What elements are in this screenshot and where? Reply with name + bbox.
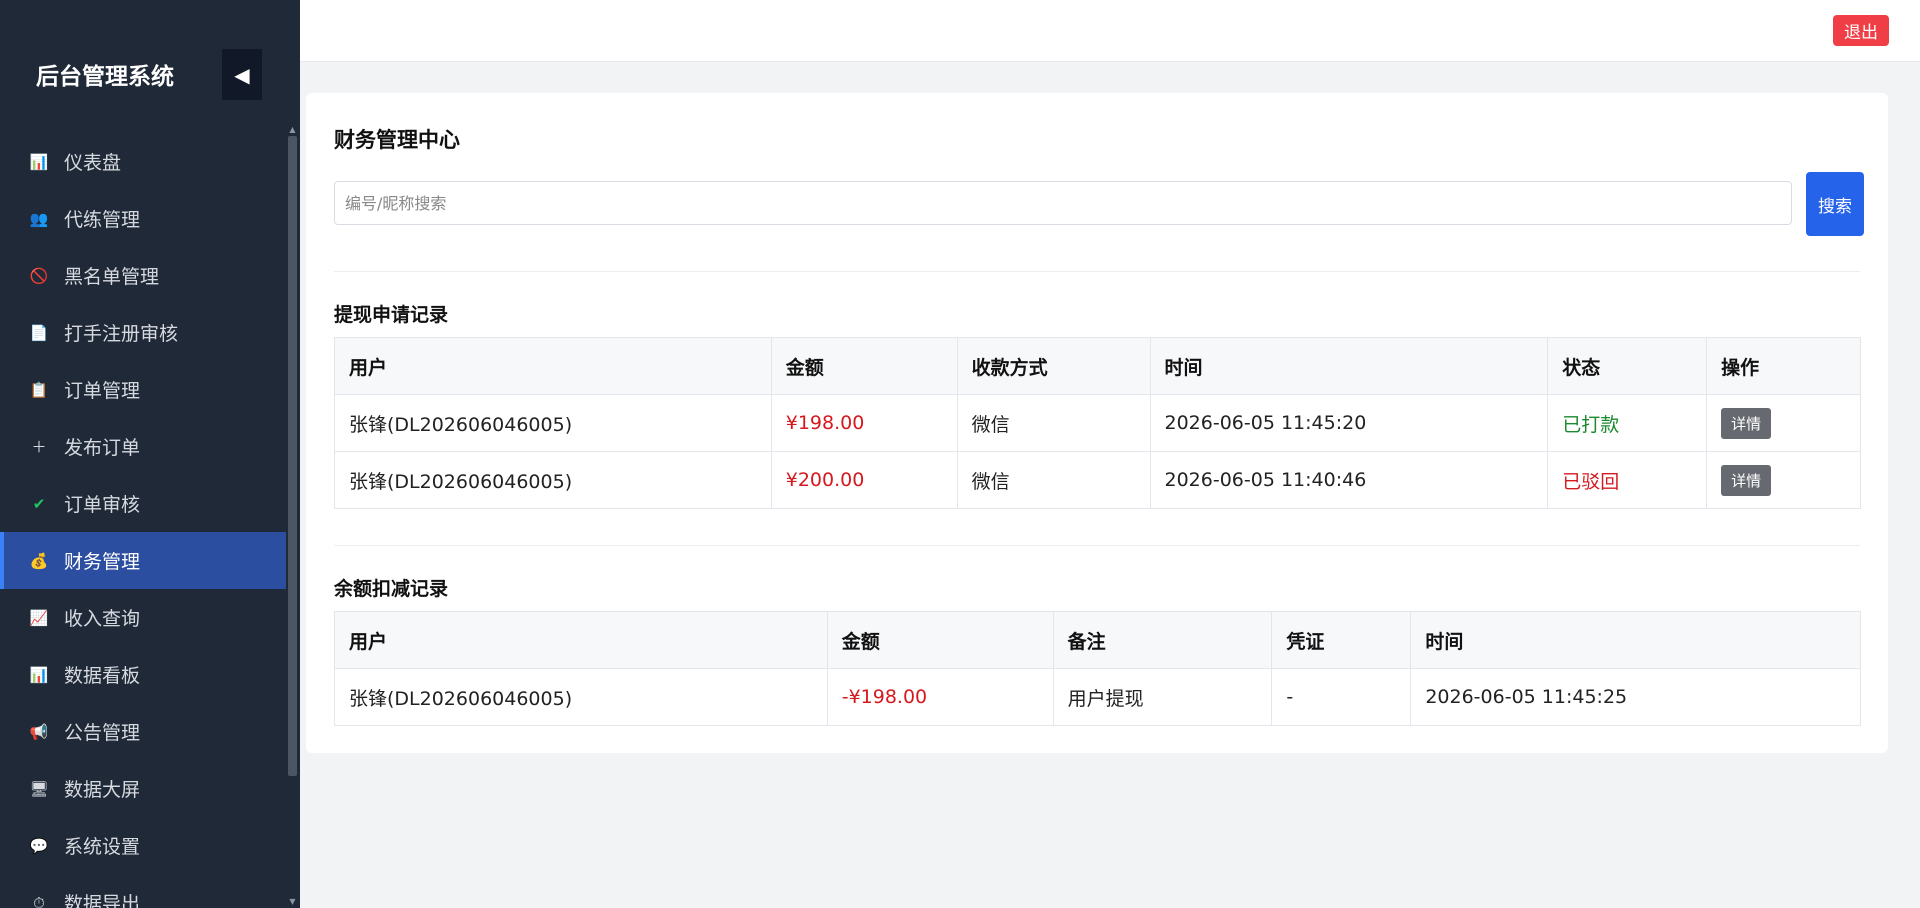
bar-chart-icon: 📊: [29, 152, 49, 171]
money-bag-icon: 💰: [29, 551, 49, 570]
sidebar-item-order-review[interactable]: ✔ 订单审核: [0, 475, 286, 532]
search-input[interactable]: [334, 181, 1792, 225]
sidebar-item-dashboard[interactable]: 📊 仪表盘: [0, 133, 286, 190]
cell-voucher: -: [1271, 668, 1412, 726]
check-icon: ✔: [32, 494, 46, 513]
sidebar-menu: 📊 仪表盘 👥 代练管理 🚫 黑名单管理 📄 打手注册审核 📋 订单管理 ＋ 发…: [0, 133, 286, 908]
cell-method: 微信: [956, 451, 1151, 509]
table-header-row: 用户 金额 收款方式 时间 状态 操作: [334, 337, 1861, 395]
bar-chart-icon: 📊: [29, 665, 49, 684]
sidebar-item-label: 财务管理: [64, 551, 141, 573]
speech-bubble-icon: 💬: [29, 836, 49, 855]
sidebar-item-finance[interactable]: 💰 财务管理: [0, 532, 286, 589]
table-row: 张锋(DL202606046005) ¥198.00 微信 2026-06-05…: [334, 394, 1861, 452]
sidebar-item-label: 数据导出: [64, 893, 141, 908]
sidebar-item-income-query[interactable]: 📈 收入查询: [0, 589, 286, 646]
withdraw-table: 用户 金额 收款方式 时间 状态 操作 张锋(DL202606046005) ¥…: [334, 337, 1861, 509]
table-header-row: 用户 金额 备注 凭证 时间: [334, 611, 1861, 669]
sidebar-item-label: 发布订单: [64, 437, 141, 459]
cell-action: 详情: [1706, 451, 1861, 509]
scroll-down-icon[interactable]: ▼: [288, 898, 297, 906]
divider: [334, 271, 1860, 272]
detail-button[interactable]: 详情: [1721, 464, 1772, 496]
cell-action: 详情: [1706, 394, 1861, 452]
main-content: 财务管理中心 搜索 提现申请记录 用户 金额 收款方式 时间 状态 操作 张锋(…: [306, 0, 1888, 908]
column-header-payment-method: 收款方式: [956, 337, 1151, 395]
monitor-icon: 🖥: [29, 779, 49, 798]
cell-amount: -¥198.00: [826, 668, 1054, 726]
column-header-time: 时间: [1410, 611, 1861, 669]
sidebar: 后台管理系统 ◀ 📊 仪表盘 👥 代练管理 🚫 黑名单管理 📄 打手注册审核 📋…: [0, 0, 300, 908]
sidebar-item-label: 订单审核: [64, 494, 141, 516]
users-icon: 👥: [29, 209, 49, 228]
sidebar-item-booster-management[interactable]: 👥 代练管理: [0, 190, 286, 247]
brand-title: 后台管理系统: [36, 64, 174, 90]
column-header-user: 用户: [334, 337, 772, 395]
cell-amount: ¥200.00: [770, 451, 958, 509]
scroll-up-icon[interactable]: ▲: [288, 126, 297, 134]
deduction-section-title: 余额扣减记录: [334, 578, 449, 600]
sidebar-item-settings[interactable]: 💬 系统设置: [0, 817, 286, 874]
deduction-table: 用户 金额 备注 凭证 时间 张锋(DL202606046005) -¥198.…: [334, 611, 1861, 726]
detail-button[interactable]: 详情: [1721, 407, 1772, 439]
column-header-time: 时间: [1149, 337, 1549, 395]
column-header-note: 备注: [1052, 611, 1273, 669]
cell-time: 2026-06-05 11:40:46: [1149, 451, 1549, 509]
column-header-status: 状态: [1547, 337, 1708, 395]
sidebar-item-label: 数据大屏: [64, 779, 141, 801]
collapse-sidebar-button[interactable]: ◀: [222, 49, 262, 100]
sidebar-item-orders[interactable]: 📋 订单管理: [0, 361, 286, 418]
cell-time: 2026-06-05 11:45:25: [1410, 668, 1861, 726]
withdraw-section-title: 提现申请记录: [334, 304, 449, 326]
sidebar-item-label: 数据看板: [64, 665, 141, 687]
sidebar-item-label: 系统设置: [64, 836, 141, 858]
cell-time: 2026-06-05 11:45:20: [1149, 394, 1549, 452]
sidebar-item-label: 订单管理: [64, 380, 141, 402]
sidebar-item-data-board[interactable]: 📊 数据看板: [0, 646, 286, 703]
column-header-amount: 金额: [826, 611, 1054, 669]
cell-method: 微信: [956, 394, 1151, 452]
sidebar-item-label: 仪表盘: [64, 152, 122, 174]
column-header-amount: 金额: [770, 337, 958, 395]
cell-status: 已驳回: [1547, 451, 1708, 509]
column-header-action: 操作: [1706, 337, 1861, 395]
prohibited-icon: 🚫: [29, 266, 49, 285]
sidebar-scrollbar-thumb[interactable]: [288, 136, 297, 776]
sidebar-item-label: 打手注册审核: [64, 323, 179, 345]
cell-user: 张锋(DL202606046005): [334, 451, 772, 509]
document-icon: 📄: [29, 323, 49, 342]
sidebar-item-announcements[interactable]: 📢 公告管理: [0, 703, 286, 760]
search-row: 搜索: [334, 172, 1864, 245]
clipboard-icon: 📋: [29, 380, 49, 399]
cell-amount: ¥198.00: [770, 394, 958, 452]
column-header-voucher: 凭证: [1271, 611, 1412, 669]
sidebar-item-data-export[interactable]: ⏱ 数据导出: [0, 874, 286, 908]
sidebar-item-big-screen[interactable]: 🖥 数据大屏: [0, 760, 286, 817]
table-row: 张锋(DL202606046005) ¥200.00 微信 2026-06-05…: [334, 451, 1861, 509]
sidebar-item-label: 黑名单管理: [64, 266, 160, 288]
sidebar-item-blacklist[interactable]: 🚫 黑名单管理: [0, 247, 286, 304]
sidebar-item-publish-order[interactable]: ＋ 发布订单: [0, 418, 286, 475]
sidebar-item-label: 公告管理: [64, 722, 141, 744]
divider: [334, 545, 1860, 546]
cell-note: 用户提现: [1052, 668, 1273, 726]
table-row: 张锋(DL202606046005) -¥198.00 用户提现 - 2026-…: [334, 668, 1861, 726]
trend-chart-icon: 📈: [29, 608, 49, 627]
megaphone-icon: 📢: [29, 722, 49, 741]
sidebar-item-label: 收入查询: [64, 608, 141, 630]
stopwatch-icon: ⏱: [33, 893, 45, 908]
cell-user: 张锋(DL202606046005): [334, 394, 772, 452]
sidebar-item-label: 代练管理: [64, 209, 141, 231]
column-header-user: 用户: [334, 611, 828, 669]
triangle-left-icon: ◀: [234, 62, 250, 87]
cell-status: 已打款: [1547, 394, 1708, 452]
page-title: 财务管理中心: [334, 128, 460, 152]
sidebar-item-player-registration-review[interactable]: 📄 打手注册审核: [0, 304, 286, 361]
plus-icon: ＋: [31, 438, 47, 456]
cell-user: 张锋(DL202606046005): [334, 668, 828, 726]
search-button[interactable]: 搜索: [1806, 172, 1864, 236]
